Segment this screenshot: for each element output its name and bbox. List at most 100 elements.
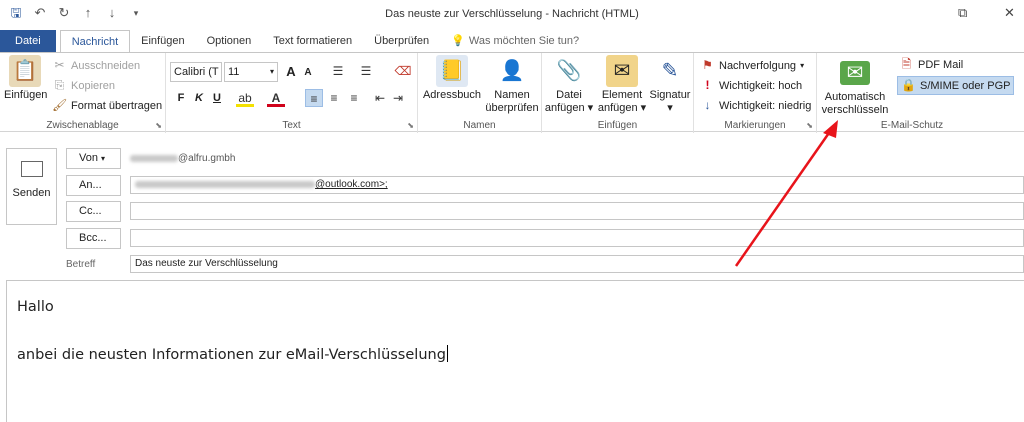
to-field[interactable]: @outlook.com>;: [130, 176, 1024, 194]
from-domain: @alfru.gmbh: [178, 153, 236, 164]
envelope-icon: ✉: [606, 55, 638, 87]
italic-button[interactable]: K: [190, 89, 208, 107]
signature-label: Signatur: [649, 89, 691, 101]
from-value: @alfru.gmbh: [130, 153, 235, 164]
copy-button[interactable]: ⎘ Kopieren: [52, 78, 115, 93]
group-label-clipboard: Zwischenablage: [46, 120, 119, 131]
tell-me-box[interactable]: 💡 Was möchten Sie tun?: [440, 30, 590, 52]
group-label-email-protection: E-Mail-Schutz: [880, 120, 944, 131]
align-right-icon[interactable]: ≡: [345, 89, 363, 107]
signature-button[interactable]: ✎ Signatur ▾: [648, 55, 692, 115]
send-button[interactable]: Senden: [6, 148, 57, 225]
text-caret: [446, 345, 448, 362]
group-label-tags: Markierungen: [724, 120, 786, 131]
smime-pgp-label: S/MIME oder PGP: [920, 79, 1011, 92]
pdf-mail-button[interactable]: 🗎 PDF Mail: [899, 57, 964, 72]
address-book-button[interactable]: 📒 Adressbuch: [422, 55, 482, 102]
group-label-names: Namen: [463, 120, 496, 131]
indent-icon[interactable]: ⇥: [389, 89, 407, 107]
window-title: Das neuste zur Verschlüsselung - Nachric…: [385, 8, 639, 20]
arrow-down-icon: ↓: [704, 98, 711, 112]
bcc-button[interactable]: Bcc...: [66, 228, 121, 249]
clear-format-icon[interactable]: ⌫: [394, 62, 412, 80]
smime-pgp-button[interactable]: 🔒 S/MIME oder PGP: [897, 76, 1015, 95]
underline-button[interactable]: U: [208, 89, 226, 107]
chevron-down-icon: ▾: [101, 154, 106, 163]
follow-up-button[interactable]: ⚑ Nachverfolgung ▾: [700, 58, 804, 73]
group-insert: 📎 Datei anfügen ▾ ✉ Element anfügen ▾ ✎ …: [542, 53, 694, 133]
attach-file-label-1: Datei: [556, 89, 582, 101]
highlight-icon[interactable]: ab: [236, 89, 254, 107]
font-color-icon[interactable]: A: [267, 89, 285, 107]
lock-icon: 🔒: [901, 78, 916, 92]
lightbulb-icon: 💡: [451, 35, 465, 47]
font-size-value: 11: [228, 66, 240, 78]
tab-optionen[interactable]: Optionen: [196, 30, 263, 52]
format-painter-label: Format übertragen: [71, 99, 163, 112]
dialog-launcher-icon[interactable]: ⬊: [407, 121, 414, 130]
cc-button[interactable]: Cc...: [66, 201, 121, 222]
message-body[interactable]: Hallo anbei die neusten Informationen zu…: [6, 280, 1024, 422]
tab-nachricht[interactable]: Nachricht: [59, 30, 131, 53]
tab-file[interactable]: Datei: [0, 30, 56, 52]
redacted-text: [130, 154, 178, 162]
font-size-select[interactable]: 11 ▾: [224, 62, 278, 82]
attach-item-button[interactable]: ✉ Element anfügen ▾: [596, 55, 648, 115]
tab-text-formatieren[interactable]: Text formatieren: [262, 30, 363, 52]
check-names-icon: 👤: [499, 59, 525, 82]
importance-low-label: Wichtigkeit: niedrig: [719, 99, 812, 112]
to-address: @outlook.com>;: [315, 179, 388, 190]
tab-ueberpruefen[interactable]: Überprüfen: [363, 30, 440, 52]
restore-icon[interactable]: ⧉: [958, 5, 967, 21]
body-line-2: anbei die neusten Informationen zur eMai…: [17, 345, 448, 363]
bullets-icon[interactable]: ☰: [329, 62, 347, 80]
align-left-icon[interactable]: ≡: [305, 89, 323, 107]
chevron-down-icon: ▾: [269, 67, 274, 76]
from-button[interactable]: Von ▾: [66, 148, 121, 169]
font-name-select[interactable]: Calibri (T: [170, 62, 222, 82]
check-names-label-1: Namen: [494, 89, 530, 101]
signature-icon: ✎: [661, 59, 679, 82]
dialog-launcher-icon[interactable]: ⬊: [806, 121, 813, 130]
outdent-icon[interactable]: ⇤: [371, 89, 389, 107]
flag-icon: ⚑: [702, 58, 713, 72]
shrink-font-button[interactable]: A: [299, 64, 317, 82]
group-text: Calibri (T 11 ▾ A A ☰ ☰ ⌫ F K U ab A ≡ ≡…: [166, 53, 418, 133]
bold-button[interactable]: F: [172, 89, 190, 107]
scissors-icon: ✂: [54, 58, 65, 72]
close-icon[interactable]: ✕: [1004, 5, 1015, 21]
importance-low-button[interactable]: ↓ Wichtigkeit: niedrig: [700, 98, 812, 113]
subject-label: Betreff: [66, 259, 96, 270]
tab-einfuegen[interactable]: Einfügen: [130, 30, 195, 52]
chevron-down-icon: ▾: [667, 102, 673, 114]
cc-field[interactable]: [130, 202, 1024, 220]
grow-font-button[interactable]: A: [282, 63, 300, 81]
auto-encrypt-label-2: verschlüsseln: [821, 104, 889, 116]
send-envelope-icon: [20, 161, 43, 177]
importance-high-button[interactable]: ! Wichtigkeit: hoch: [700, 78, 803, 93]
group-label-text: Text: [282, 120, 301, 131]
auto-encrypt-label-1: Automatisch: [824, 91, 886, 103]
attach-item-label-1: Element: [601, 89, 643, 101]
group-tags: ⚑ Nachverfolgung ▾ ! Wichtigkeit: hoch ↓…: [694, 53, 817, 133]
body-line-1: Hallo: [17, 299, 54, 315]
follow-up-label: Nachverfolgung: [719, 59, 797, 72]
subject-field[interactable]: Das neuste zur Verschlüsselung: [130, 255, 1024, 273]
format-painter-button[interactable]: 🖌 Format übertragen: [52, 98, 162, 113]
bcc-field[interactable]: [130, 229, 1024, 247]
address-book-icon: 📒: [436, 55, 468, 87]
cut-label: Ausschneiden: [71, 59, 141, 72]
check-names-button[interactable]: 👤 Namen überprüfen: [484, 55, 540, 115]
attach-file-label-2: anfügen ▾: [544, 102, 594, 114]
paste-button[interactable]: 📋 Einfügen: [4, 55, 47, 102]
cut-button[interactable]: ✂ Ausschneiden: [52, 58, 140, 73]
auto-encrypt-button[interactable]: ✉ Automatisch verschlüsseln: [821, 55, 889, 117]
group-label-insert: Einfügen: [597, 120, 638, 131]
to-button[interactable]: An...: [66, 175, 121, 196]
copy-label: Kopieren: [71, 79, 116, 92]
attach-file-button[interactable]: 📎 Datei anfügen ▾: [544, 55, 594, 115]
align-center-icon[interactable]: ≡: [325, 89, 343, 107]
check-names-label-2: überprüfen: [485, 102, 539, 114]
numbering-icon[interactable]: ☰: [357, 62, 375, 80]
dialog-launcher-icon[interactable]: ⬊: [155, 121, 162, 130]
